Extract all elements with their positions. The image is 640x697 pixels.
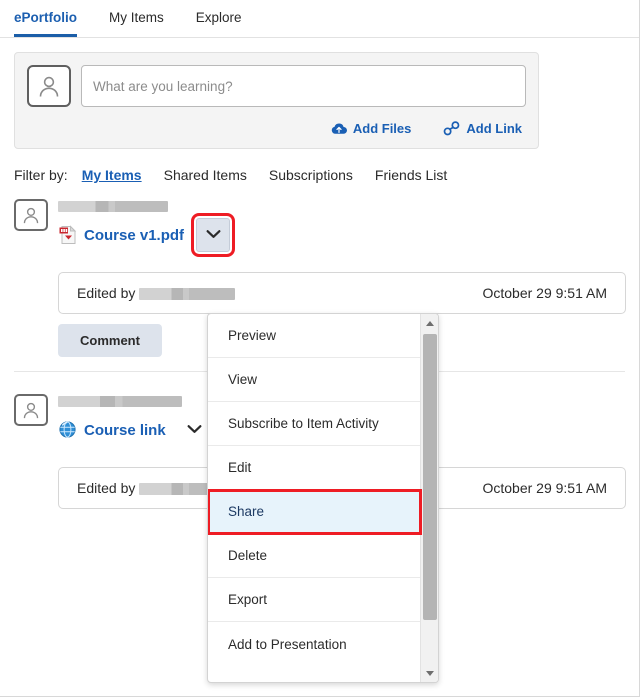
- author-name-redacted: [58, 396, 182, 407]
- menu-scrollbar[interactable]: [420, 314, 438, 682]
- add-files-button[interactable]: Add Files: [331, 121, 412, 136]
- comment-button[interactable]: Comment: [58, 324, 162, 357]
- tab-eportfolio-label: ePortfolio: [14, 10, 77, 25]
- edited-timestamp: October 29 9:51 AM: [482, 285, 607, 301]
- pdf-file-icon: [58, 225, 78, 245]
- feed-item-meta: Course link: [58, 394, 212, 447]
- menu-item-subscribe-to-item-activity[interactable]: Subscribe to Item Activity: [208, 402, 421, 446]
- filter-item-my-items[interactable]: My Items: [82, 167, 142, 183]
- chevron-down-icon: [206, 226, 221, 244]
- edited-by-text: Edited by: [77, 285, 236, 301]
- eportfolio-page: ePortfolio My Items Explore What are you…: [0, 0, 640, 697]
- feed-item-meta: Course v1.pdf: [58, 199, 236, 257]
- menu-item-share[interactable]: Share: [208, 489, 422, 535]
- feed-item-title-row: Course v1.pdf: [58, 213, 236, 257]
- filter-by-label: Filter by:: [14, 167, 68, 183]
- composer-top-row: [27, 65, 526, 107]
- composer-actions: Add Files Add Link: [27, 121, 526, 136]
- chevron-down-icon: [187, 421, 202, 439]
- composer-input[interactable]: [81, 65, 526, 107]
- scroll-up-arrow-icon[interactable]: [421, 314, 438, 332]
- tab-explore[interactable]: Explore: [196, 0, 242, 36]
- feed-item-header: Course v1.pdf: [14, 199, 625, 257]
- user-avatar-icon: [27, 65, 71, 107]
- add-link-label: Add Link: [466, 121, 522, 136]
- menu-item-edit[interactable]: Edit: [208, 446, 421, 490]
- item-actions-menu-list: Preview View Subscribe to Item Activity …: [208, 314, 422, 666]
- scroll-down-arrow-icon[interactable]: [421, 664, 438, 682]
- edited-by-label: Edited by: [77, 285, 136, 301]
- filter-item-shared-items[interactable]: Shared Items: [164, 167, 247, 183]
- edited-card: Edited by October 29 9:51 AM: [58, 272, 626, 314]
- menu-item-delete[interactable]: Delete: [208, 534, 421, 578]
- globe-link-icon: [58, 420, 78, 440]
- tab-explore-label: Explore: [195, 10, 242, 25]
- user-avatar-icon: [14, 199, 48, 231]
- link-chain-icon: [443, 121, 460, 136]
- filter-bar: Filter by: My Items Shared Items Subscri…: [0, 149, 639, 183]
- tab-eportfolio[interactable]: ePortfolio: [14, 0, 77, 37]
- filter-item-subscriptions[interactable]: Subscriptions: [269, 167, 353, 183]
- menu-item-view[interactable]: View: [208, 358, 421, 402]
- tab-my-items[interactable]: My Items: [109, 0, 164, 36]
- menu-item-add-to-presentation[interactable]: Add to Presentation: [208, 622, 421, 666]
- menu-item-preview[interactable]: Preview: [208, 314, 421, 358]
- filter-item-friends-list[interactable]: Friends List: [375, 167, 447, 183]
- tab-my-items-label: My Items: [109, 10, 164, 25]
- feed-item-title-link[interactable]: Course link: [84, 422, 166, 439]
- author-name-redacted: [58, 201, 168, 212]
- top-navbar: ePortfolio My Items Explore: [0, 0, 639, 38]
- menu-item-export[interactable]: Export: [208, 578, 421, 622]
- edited-timestamp: October 29 9:51 AM: [482, 480, 607, 496]
- feed-item-title-row: Course link: [58, 413, 212, 447]
- feed-item-title-pdf[interactable]: Course v1.pdf: [84, 227, 184, 244]
- user-avatar-icon: [14, 394, 48, 426]
- composer-panel: Add Files Add Link: [14, 52, 539, 149]
- add-files-label: Add Files: [352, 121, 412, 136]
- cloud-upload-icon: [331, 122, 347, 136]
- add-link-button[interactable]: Add Link: [443, 121, 522, 136]
- item-actions-menu: Preview View Subscribe to Item Activity …: [207, 313, 439, 683]
- editor-name-redacted: [139, 288, 236, 300]
- item-actions-dropdown-button[interactable]: [191, 213, 236, 257]
- composer-section: Add Files Add Link: [0, 38, 639, 149]
- scrollbar-thumb[interactable]: [423, 334, 437, 620]
- edited-by-label: Edited by: [77, 480, 136, 496]
